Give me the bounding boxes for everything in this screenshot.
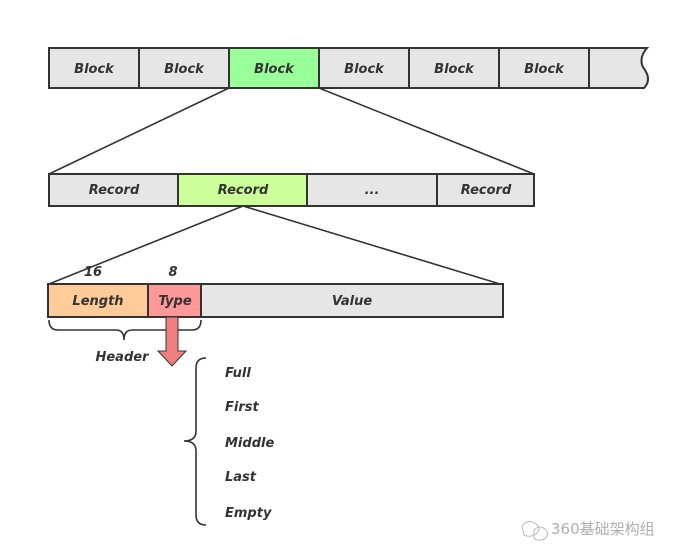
zoom-line [318, 87, 535, 175]
block-label: Block [74, 62, 115, 77]
block-label: Block [164, 62, 205, 77]
block-label: Block [254, 62, 295, 77]
record-label: ... [365, 183, 380, 198]
zoom-line [48, 87, 230, 175]
block-label: Block [344, 62, 385, 77]
value-label: Value [332, 294, 373, 309]
header-label: Header [95, 350, 150, 365]
record-label: Record [218, 183, 269, 198]
record-label: Record [89, 183, 140, 198]
record-label: Record [461, 183, 512, 198]
wechat-icon [521, 520, 549, 541]
length-label: Length [72, 294, 123, 309]
type-brace [183, 357, 207, 526]
type-item: Full [225, 366, 251, 381]
block-continuation [588, 47, 650, 89]
down-arrow-icon [156, 316, 188, 367]
type-item: Empty [225, 506, 272, 521]
length-bits: 16 [84, 265, 102, 280]
type-list: Full First Middle Last Empty [225, 366, 274, 521]
record-row: Record Record ... Record [48, 173, 535, 207]
block-label: Block [434, 62, 475, 77]
type-item: Last [225, 470, 257, 485]
watermark: 360基础架构组 [521, 520, 655, 541]
log-format-diagram: Block Block Block Block Block Block Reco… [47, 47, 655, 541]
block-label: Block [524, 62, 565, 77]
watermark-text: 360基础架构组 [551, 520, 655, 538]
zoom-line [242, 205, 501, 285]
type-label: Type [158, 294, 191, 309]
zoom-line [48, 205, 244, 285]
block-row: Block Block Block Block Block Block [48, 47, 650, 89]
type-item: First [225, 400, 259, 415]
type-item: Middle [225, 436, 274, 451]
type-bits: 8 [168, 265, 177, 280]
